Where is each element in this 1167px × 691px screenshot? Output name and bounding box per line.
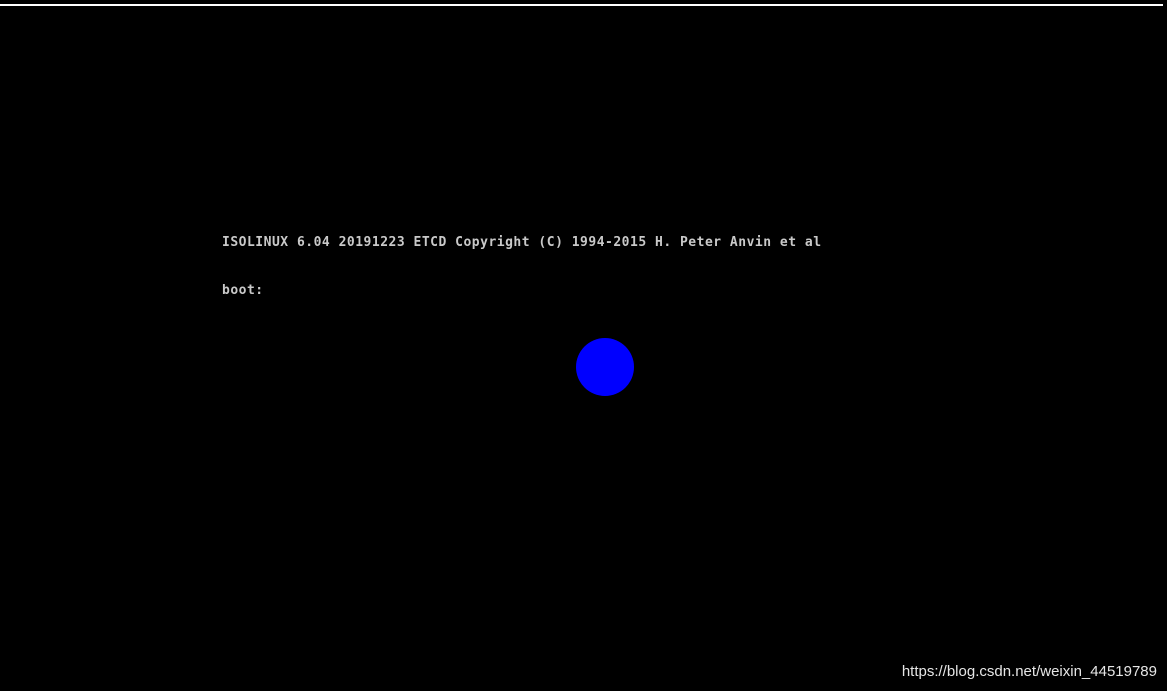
source-watermark: https://blog.csdn.net/weixin_44519789 [901,663,1157,680]
top-border-line [0,4,1163,6]
isolinux-console: ISOLINUX 6.04 20191223 ETCD Copyright (C… [222,203,922,315]
boot-input[interactable] [264,283,274,299]
boot-prompt-line: boot: [222,283,922,299]
blue-circle-icon [576,338,634,396]
console-header-line: ISOLINUX 6.04 20191223 ETCD Copyright (C… [222,235,822,250]
boot-prompt-label: boot: [222,283,264,298]
